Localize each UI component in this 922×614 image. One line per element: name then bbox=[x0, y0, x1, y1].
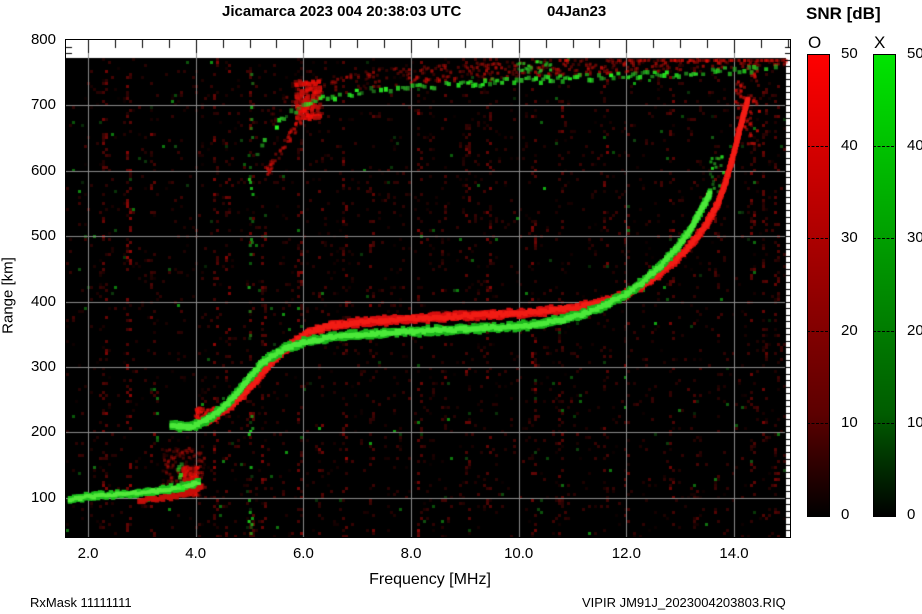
o-colorbar-tick-label: 0 bbox=[841, 506, 850, 523]
y-tick-label: 400 bbox=[30, 292, 56, 310]
y-tick-label: 500 bbox=[30, 227, 56, 245]
colorbar-title: SNR [dB] bbox=[806, 4, 881, 23]
x-tick-label: 2.0 bbox=[77, 545, 99, 562]
x-tick-label: 4.0 bbox=[185, 545, 207, 562]
colorbar-tick-dash bbox=[807, 238, 828, 240]
y-tick-label: 100 bbox=[30, 488, 56, 506]
x-tick-label: 8.0 bbox=[400, 545, 422, 562]
x-colorbar-tick-label: 30 bbox=[907, 229, 922, 247]
colorbar-tick-dash bbox=[873, 238, 894, 240]
y-tick-label: 800 bbox=[30, 31, 56, 48]
x-mode-colorbar bbox=[873, 54, 896, 517]
x-colorbar-tick-label: 0 bbox=[907, 506, 916, 523]
o-colorbar-tick-label: 40 bbox=[841, 137, 858, 155]
x-colorbar-tick-label: 40 bbox=[907, 137, 922, 155]
rxmask-label: RxMask 11111111 bbox=[30, 595, 132, 610]
o-colorbar-tick-label: 20 bbox=[841, 321, 858, 339]
x-colorbar-tick-label: 20 bbox=[907, 321, 922, 339]
y-tick-label: 700 bbox=[30, 96, 56, 114]
x-tick-label: 6.0 bbox=[292, 545, 314, 562]
colorbar-tick-dash bbox=[807, 422, 828, 424]
o-colorbar-tick-label: 10 bbox=[841, 413, 858, 431]
x-mode-label: X bbox=[874, 33, 886, 52]
x-tick-label: 12.0 bbox=[611, 545, 641, 562]
o-mode-colorbar bbox=[807, 54, 830, 517]
page-title: Jicamarca 2023 004 20:38:03 UTC bbox=[222, 3, 462, 20]
colorbar-tick-dash bbox=[873, 422, 894, 424]
date-label: 04Jan23 bbox=[547, 3, 607, 20]
plot-area bbox=[65, 39, 791, 538]
x-tick-label: 10.0 bbox=[504, 545, 534, 562]
x-axis-label: Frequency [MHz] bbox=[369, 571, 491, 588]
y-tick-label: 600 bbox=[30, 161, 56, 179]
o-colorbar-tick-label: 30 bbox=[841, 229, 858, 247]
y-tick-label: 300 bbox=[30, 357, 56, 375]
colorbar-tick-dash bbox=[873, 146, 894, 148]
x-colorbar-tick-label: 10 bbox=[907, 413, 922, 431]
o-mode-label: O bbox=[808, 33, 822, 52]
ionogram-screen: Jicamarca 2023 004 20:38:03 UTC 04Jan23 … bbox=[0, 0, 922, 614]
o-colorbar-tick-label: 50 bbox=[841, 45, 858, 62]
x-tick-label: 14.0 bbox=[719, 545, 749, 562]
colorbar-tick-dash bbox=[873, 330, 894, 332]
colorbar-tick-dash bbox=[807, 146, 828, 148]
y-tick-label: 200 bbox=[30, 423, 56, 441]
data-file-label: VIPIR JM91J_2023004203803.RIQ bbox=[582, 595, 786, 610]
colorbar-tick-dash bbox=[807, 330, 828, 332]
ionogram-canvas bbox=[66, 40, 790, 537]
x-colorbar-tick-label: 50 bbox=[907, 45, 922, 62]
